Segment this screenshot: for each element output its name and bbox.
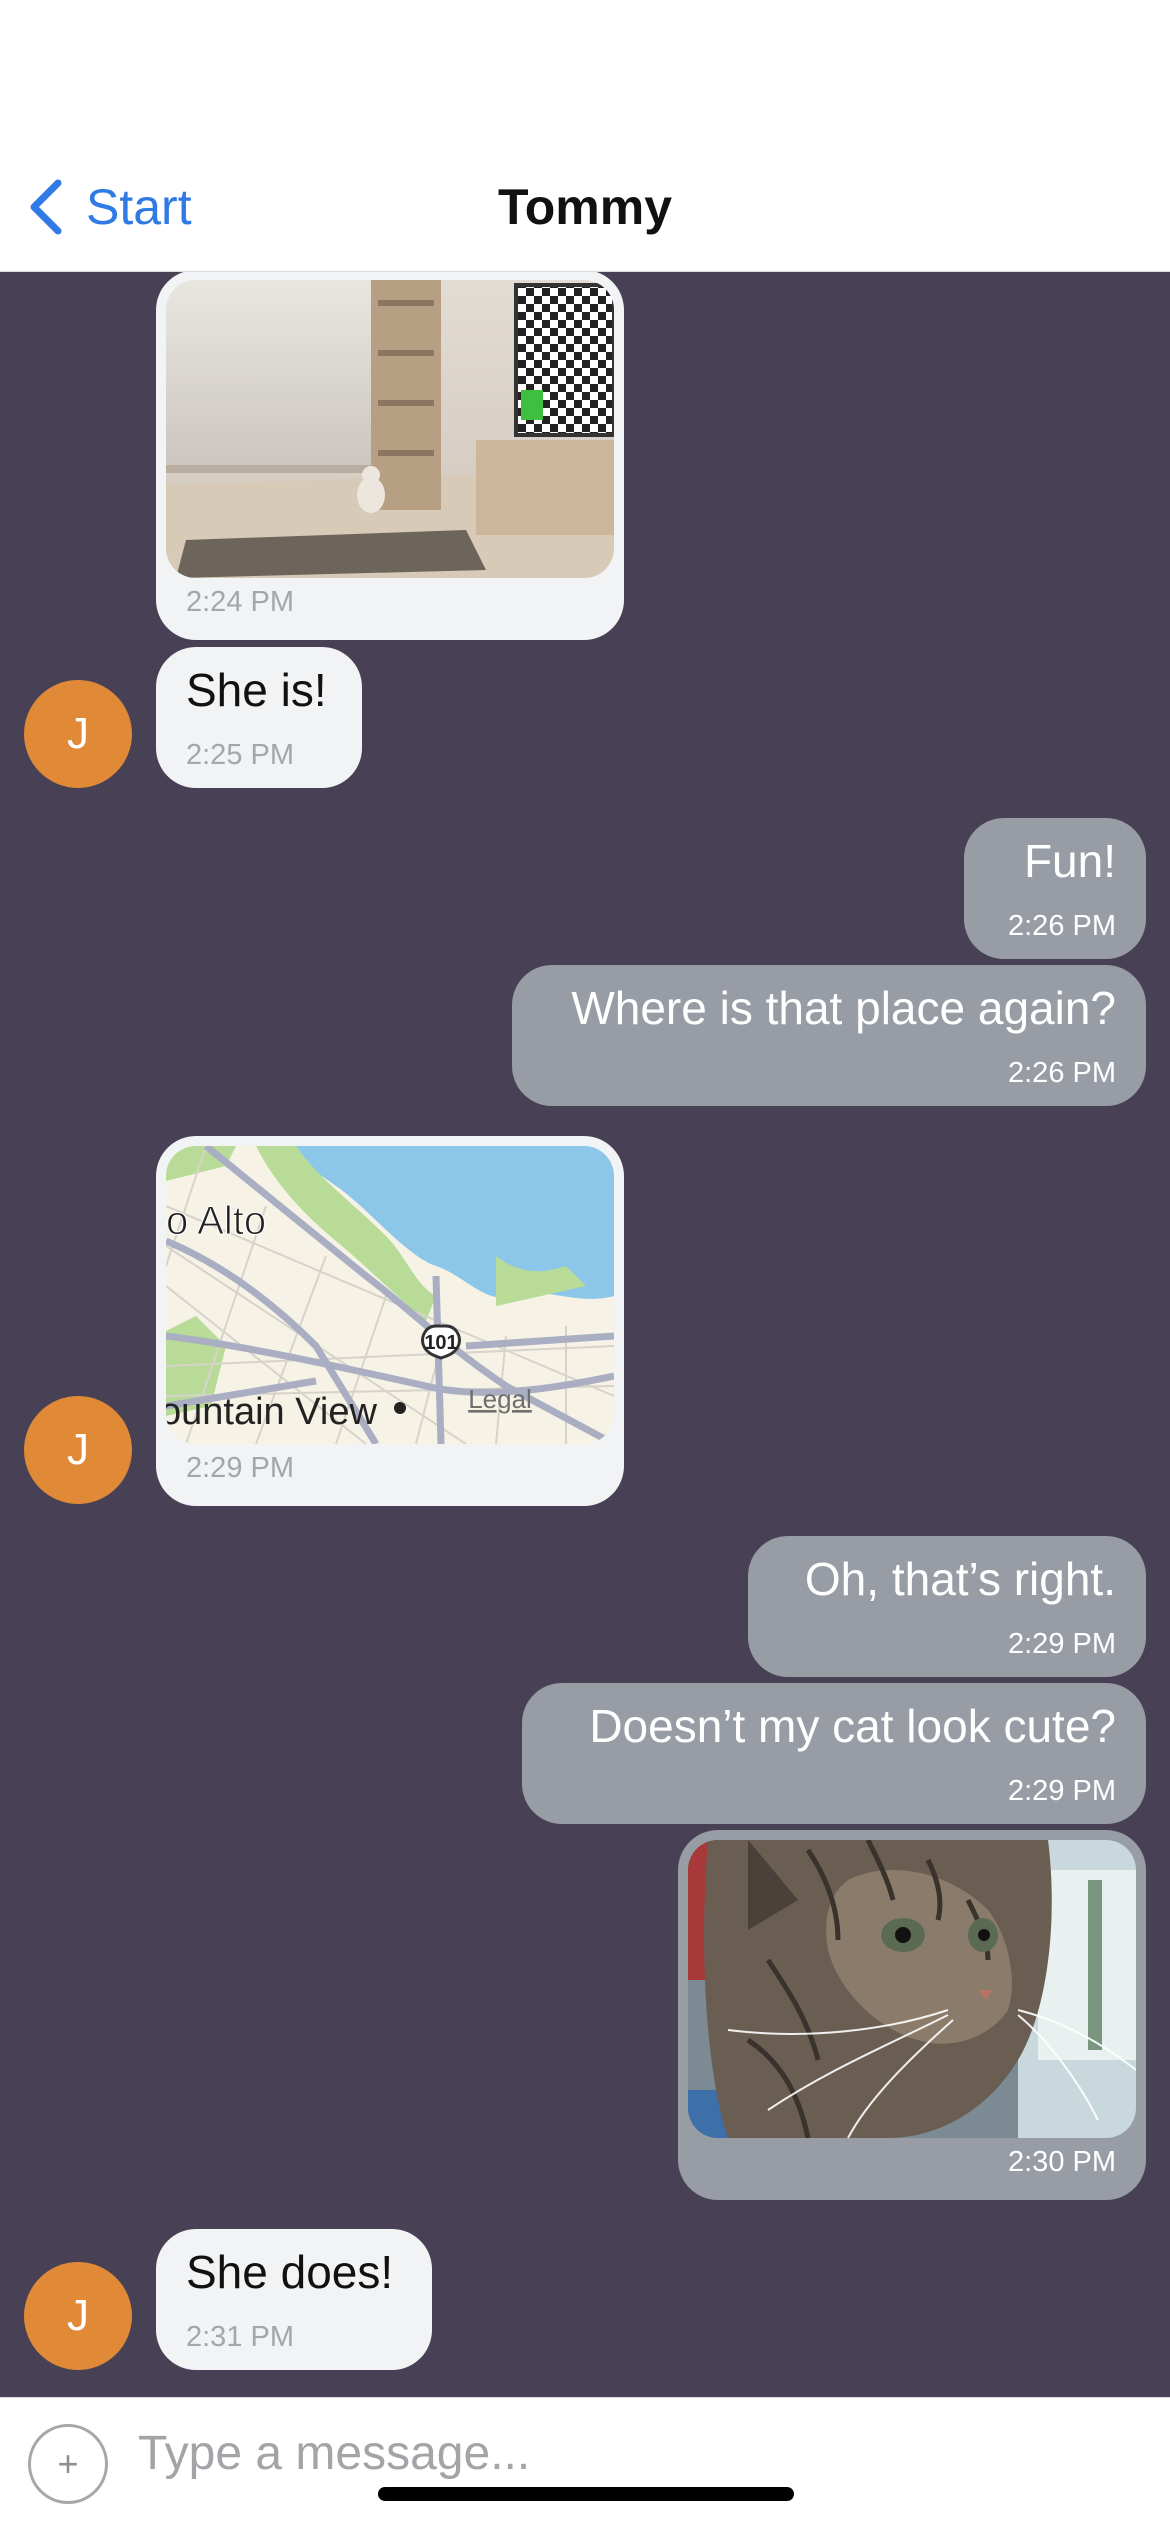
avatar-initial: J	[67, 1425, 89, 1474]
message-time: 2:29 PM	[1008, 1628, 1116, 1660]
message-bubble-location[interactable]: 101 o Alto ountain View Legal 2:29 PM	[156, 1136, 624, 1506]
map-label-city: o Alto	[166, 1199, 266, 1243]
message-time: 2:25 PM	[186, 739, 294, 771]
message-time: 2:31 PM	[186, 2321, 294, 2353]
message-time: 2:30 PM	[1008, 2146, 1116, 2178]
message-input[interactable]	[138, 2418, 1118, 2488]
conversation-title: Tommy	[497, 179, 673, 235]
map-legal-link[interactable]: Legal	[468, 1384, 532, 1414]
message-bubble-image[interactable]: 2:30 PM	[678, 1830, 1146, 2200]
message-text: She is!	[186, 664, 327, 716]
avatar[interactable]: J	[24, 680, 132, 788]
navigation-bar: Start Tommy	[0, 0, 1170, 272]
message-text: Oh, that’s right.	[804, 1553, 1116, 1605]
avatar[interactable]: J	[24, 1396, 132, 1504]
map-label-city: ountain View	[166, 1391, 377, 1433]
add-attachment-button[interactable]: +	[28, 2424, 108, 2504]
message-time: 2:29 PM	[186, 1452, 294, 1484]
message-bubble-image[interactable]: 2:24 PM	[156, 272, 624, 640]
avatar[interactable]: J	[24, 2262, 132, 2370]
message-time: 2:26 PM	[1008, 1057, 1116, 1089]
message-time: 2:26 PM	[1008, 910, 1116, 942]
message-bubble[interactable]: She is! 2:25 PM	[156, 647, 362, 788]
message-bubble[interactable]: Where is that place again? 2:26 PM	[512, 965, 1146, 1106]
message-bubble[interactable]: Fun! 2:26 PM	[964, 818, 1146, 959]
message-time: 2:29 PM	[1008, 1775, 1116, 1807]
message-text: She does!	[186, 2246, 394, 2298]
plus-icon: +	[57, 2443, 79, 2484]
message-bubble[interactable]: Oh, that’s right. 2:29 PM	[748, 1536, 1146, 1677]
message-list[interactable]: 2:24 PM J She is! 2:25 PM Fun! 2:26 PM W…	[0, 272, 1170, 2397]
avatar-initial: J	[67, 2291, 89, 2340]
message-bubble[interactable]: She does! 2:31 PM	[156, 2229, 432, 2370]
message-time: 2:24 PM	[186, 586, 294, 618]
room-photo[interactable]	[166, 280, 614, 578]
highway-shield-label: 101	[424, 1332, 457, 1354]
avatar-initial: J	[67, 709, 89, 758]
message-text: Doesn’t my cat look cute?	[589, 1700, 1116, 1752]
cat-photo[interactable]	[688, 1840, 1136, 2138]
home-indicator	[378, 2487, 794, 2501]
message-bubble[interactable]: Doesn’t my cat look cute? 2:29 PM	[522, 1683, 1146, 1824]
message-text: Fun!	[1023, 835, 1116, 887]
message-text: Where is that place again?	[571, 982, 1116, 1034]
message-composer: +	[0, 2397, 1170, 2532]
map-snapshot[interactable]: 101 o Alto ountain View Legal	[166, 1146, 614, 1444]
